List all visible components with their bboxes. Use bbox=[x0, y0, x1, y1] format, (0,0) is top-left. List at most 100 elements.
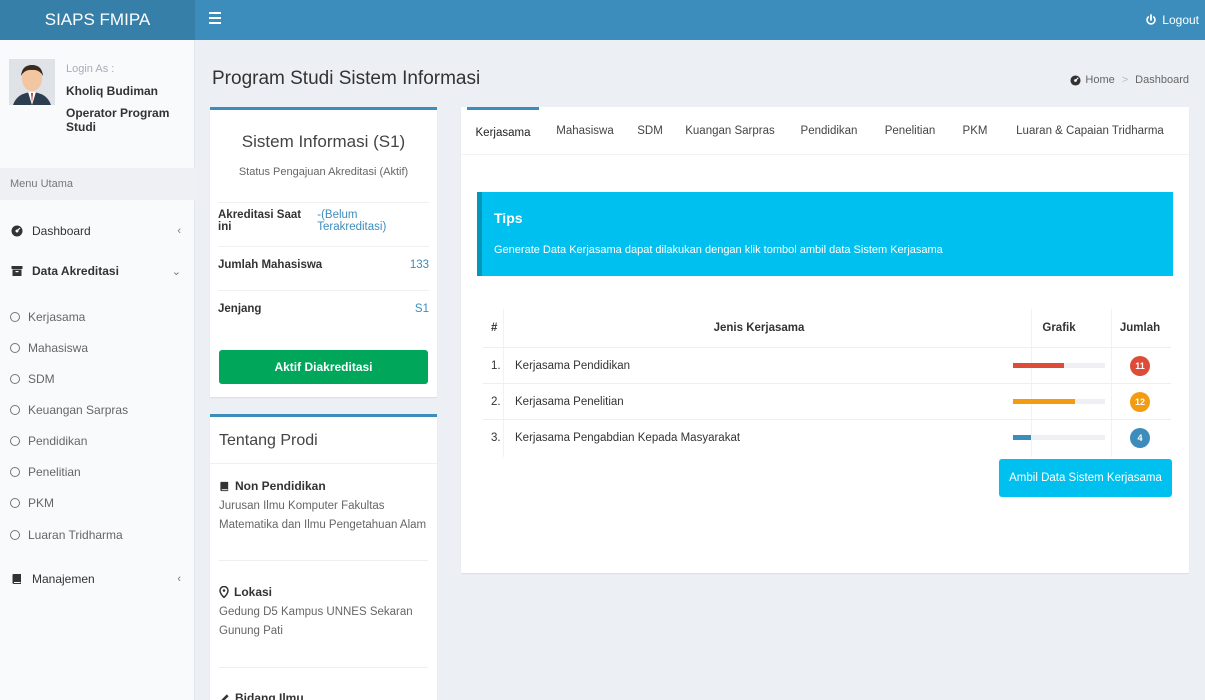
divider bbox=[210, 463, 437, 464]
avatar bbox=[9, 59, 55, 105]
table-header-row: # Jenis Kerjasama Grafik Jumlah bbox=[483, 309, 1171, 347]
power-icon bbox=[1146, 14, 1157, 25]
info-row-akreditasi: Akreditasi Saat ini -(Belum Terakreditas… bbox=[218, 202, 429, 238]
row-name: Kerjasama Penelitian bbox=[515, 395, 624, 408]
sidebar-subitem-label: Keuangan Sarpras bbox=[28, 403, 129, 417]
sidebar-item-label: Manajemen bbox=[32, 572, 95, 586]
user-name: Kholiq Budiman bbox=[66, 84, 158, 98]
prodi-profile-box: Sistem Informasi (S1) Status Pengajuan A… bbox=[210, 107, 437, 397]
page-title: Program Studi Sistem Informasi bbox=[212, 68, 481, 89]
column-header-jumlah: Jumlah bbox=[1119, 322, 1161, 334]
pencil-icon bbox=[220, 693, 229, 700]
sidebar-subitem-luaran-tridharma[interactable]: Luaran Tridharma bbox=[0, 520, 195, 550]
circle-icon bbox=[10, 498, 20, 508]
breadcrumb: Home > Dashboard bbox=[1070, 74, 1189, 86]
sidebar-subitem-label: Kerjasama bbox=[28, 310, 86, 324]
table-row: 1. Kerjasama Pendidikan 11 bbox=[483, 347, 1171, 383]
app-logo[interactable]: SIAPS FMIPA bbox=[0, 0, 195, 40]
chevron-down-icon: ⌄ bbox=[171, 265, 181, 278]
circle-icon bbox=[10, 467, 20, 477]
chevron-left-icon: ‹ bbox=[177, 225, 181, 237]
about-section-title-text: Non Pendidikan bbox=[235, 479, 326, 493]
about-section-title-text: Lokasi bbox=[234, 585, 273, 599]
sidebar-subitem-kerjasama[interactable]: Kerjasama bbox=[0, 302, 195, 332]
user-role: Operator Program Studi bbox=[66, 106, 170, 134]
about-section-lokasi: Lokasi Gedung D5 Kampus UNNES Sekaran Gu… bbox=[219, 585, 428, 641]
circle-icon bbox=[10, 530, 20, 540]
top-navbar: Logout bbox=[195, 0, 1205, 40]
tips-title: Tips bbox=[494, 210, 523, 226]
sidebar-subitem-keuangan-sarpras[interactable]: Keuangan Sarpras bbox=[0, 395, 195, 425]
progress-bar bbox=[1013, 363, 1105, 368]
info-row-jumlah-mahasiswa: Jumlah Mahasiswa 133 bbox=[218, 246, 429, 282]
count-badge: 12 bbox=[1129, 391, 1150, 412]
sidebar-item-label: Data Akreditasi bbox=[32, 264, 119, 278]
dashboard-icon bbox=[1070, 74, 1081, 86]
tab-penelitian[interactable]: Penelitian bbox=[875, 107, 945, 155]
column-header-no: # bbox=[491, 322, 498, 334]
dashboard-icon bbox=[10, 225, 24, 237]
tab-kerjasama[interactable]: Kerjasama bbox=[467, 107, 539, 155]
circle-icon bbox=[10, 312, 20, 322]
sidebar-subitem-label: Luaran Tridharma bbox=[28, 528, 123, 542]
column-header-grafik: Grafik bbox=[1042, 322, 1076, 334]
about-section-title: Bidang Ilmu bbox=[219, 691, 428, 700]
circle-icon bbox=[10, 374, 20, 384]
menu-header: Menu Utama bbox=[0, 168, 195, 200]
tab-mahasiswa[interactable]: Mahasiswa bbox=[547, 107, 623, 155]
sidebar-subitem-label: Pendidikan bbox=[28, 434, 88, 448]
about-section-title: Non Pendidikan bbox=[219, 479, 428, 493]
sidebar-item-data-akreditasi[interactable]: Data Akreditasi ⌄ bbox=[0, 256, 195, 286]
tab-kuangan-sarpras[interactable]: Kuangan Sarpras bbox=[677, 107, 783, 155]
breadcrumb-home-link[interactable]: Home bbox=[1085, 74, 1114, 86]
sidebar-subitem-pkm[interactable]: PKM bbox=[0, 488, 195, 518]
info-key: Akreditasi Saat ini bbox=[218, 208, 302, 233]
table-row: 3. Kerjasama Pengabdian Kepada Masyaraka… bbox=[483, 419, 1171, 455]
tips-desc: Generate Data Kerjasama dapat dilakukan … bbox=[494, 244, 943, 256]
archive-icon bbox=[10, 265, 24, 277]
progress-fill bbox=[1013, 399, 1075, 404]
about-section-non-pendidikan: Non Pendidikan Jurusan Ilmu Komputer Fak… bbox=[219, 479, 428, 535]
aktif-diakreditasi-button[interactable]: Aktif Diakreditasi bbox=[219, 350, 428, 384]
sidebar-item-manajemen[interactable]: Manajemen ‹ bbox=[0, 564, 195, 594]
sidebar: Login As : Kholiq Budiman Operator Progr… bbox=[0, 40, 195, 700]
sidebar-subitem-sdm[interactable]: SDM bbox=[0, 364, 195, 394]
info-value: -(Belum Terakreditasi) bbox=[317, 208, 387, 233]
sidebar-subitem-pendidikan[interactable]: Pendidikan bbox=[0, 426, 195, 456]
map-marker-icon bbox=[219, 586, 229, 598]
about-section-bidang-ilmu: Bidang Ilmu bbox=[219, 691, 428, 700]
about-prodi-box: Tentang Prodi Non Pendidikan Jurusan Ilm… bbox=[210, 414, 437, 700]
sidebar-item-label: Dashboard bbox=[32, 224, 91, 238]
kerjasama-tab-panel: Kerjasama Mahasiswa SDM Kuangan Sarpras … bbox=[461, 107, 1189, 573]
table-row: 2. Kerjasama Penelitian 12 bbox=[483, 383, 1171, 419]
sidebar-subitem-penelitian[interactable]: Penelitian bbox=[0, 457, 195, 487]
row-grafik bbox=[1013, 420, 1105, 455]
about-section-title: Lokasi bbox=[219, 585, 428, 599]
count-badge: 4 bbox=[1130, 427, 1150, 448]
login-as-label: Login As : bbox=[66, 63, 115, 75]
logout-button[interactable]: Logout bbox=[1145, 0, 1199, 40]
book-icon bbox=[220, 481, 229, 491]
tab-pendidikan[interactable]: Pendidikan bbox=[791, 107, 867, 155]
sidebar-subitem-mahasiswa[interactable]: Mahasiswa bbox=[0, 333, 195, 363]
row-number: 3. bbox=[491, 431, 501, 444]
sidebar-toggle-icon[interactable] bbox=[209, 12, 221, 24]
chevron-left-icon: ‹ bbox=[177, 573, 181, 585]
tab-sdm[interactable]: SDM bbox=[631, 107, 669, 155]
sidebar-subitem-label: PKM bbox=[28, 496, 55, 510]
ambil-data-sistem-kerjasama-button[interactable]: Ambil Data Sistem Kerjasama bbox=[999, 459, 1172, 497]
tab-luaran-capaian-tridharma[interactable]: Luaran & Capaian Tridharma bbox=[1009, 107, 1171, 155]
progress-fill bbox=[1013, 363, 1064, 368]
tab-pkm[interactable]: PKM bbox=[955, 107, 995, 155]
sidebar-item-dashboard[interactable]: Dashboard ‹ bbox=[0, 216, 195, 246]
circle-icon bbox=[10, 405, 20, 415]
tab-bar: Kerjasama Mahasiswa SDM Kuangan Sarpras … bbox=[461, 107, 1189, 155]
row-jumlah: 12 bbox=[1110, 384, 1170, 419]
circle-icon bbox=[10, 343, 20, 353]
info-value: S1 bbox=[414, 302, 429, 315]
divider bbox=[219, 667, 428, 668]
info-key: Jenjang bbox=[218, 302, 262, 315]
row-grafik bbox=[1013, 384, 1105, 419]
row-number: 1. bbox=[491, 359, 501, 372]
row-number: 2. bbox=[491, 395, 501, 408]
